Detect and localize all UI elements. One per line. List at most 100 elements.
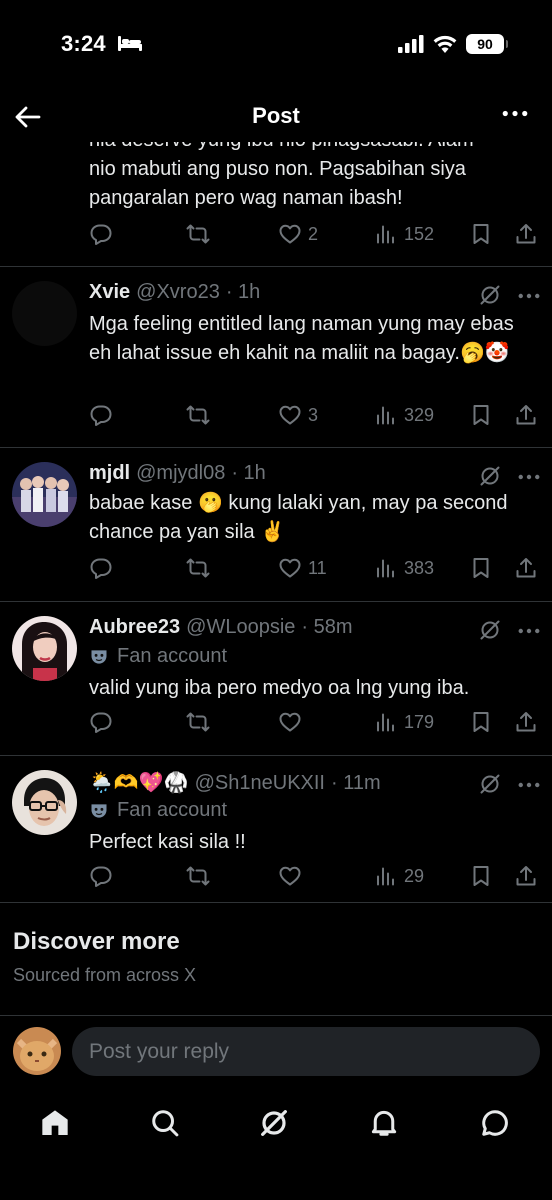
more-options-icon[interactable] [518, 293, 540, 299]
like-button[interactable]: 11 [278, 556, 327, 580]
user-handle[interactable]: @mjydl08 [136, 462, 225, 485]
reply-button[interactable] [89, 556, 113, 580]
display-name[interactable]: mjdl [89, 462, 130, 485]
reply-input[interactable] [72, 1027, 540, 1076]
views-button[interactable]: 152 [374, 222, 434, 246]
share-icon [514, 710, 538, 734]
search-icon [152, 1110, 179, 1137]
theater-mask-icon [89, 647, 109, 667]
views-button[interactable]: 29 [374, 864, 424, 888]
share-button[interactable] [514, 556, 538, 580]
tweet-actions: 29 [89, 864, 539, 892]
user-handle[interactable]: @Xvro23 [136, 281, 220, 304]
tweet-header: 🌦️🫶💖🥋 @Sh1neUKXII · 11m [89, 770, 381, 795]
bookmark-icon [469, 864, 493, 888]
reply-button[interactable] [89, 222, 113, 246]
reply-composer [0, 1015, 552, 1085]
bookmark-button[interactable] [469, 222, 493, 246]
tweet-text: Perfect kasi sila !! [89, 831, 246, 853]
more-options-icon[interactable] [518, 782, 540, 788]
tweet-text: valid yung iba pero medyo oa lng yung ib… [89, 677, 470, 699]
post-header: Post [0, 90, 552, 142]
display-name[interactable]: 🌦️🫶💖🥋 [89, 770, 189, 795]
nav-notifications[interactable] [364, 1103, 404, 1143]
timestamp: · 58m [301, 616, 353, 638]
grok-icon[interactable] [478, 283, 502, 307]
repost-button[interactable] [186, 403, 210, 427]
nav-search[interactable] [145, 1103, 185, 1143]
fan-account-label: Fan account [117, 799, 228, 821]
reply-button[interactable] [89, 864, 113, 888]
tweet-text: Mga feeling entitled lang naman yung may… [89, 313, 514, 364]
bookmark-button[interactable] [469, 710, 493, 734]
reply-icon [89, 556, 113, 580]
share-icon [514, 222, 538, 246]
repost-button[interactable] [186, 864, 210, 888]
share-button[interactable] [514, 222, 538, 246]
more-options-icon[interactable] [518, 628, 540, 634]
divider [0, 601, 552, 602]
divider [0, 447, 552, 448]
like-button[interactable]: 2 [278, 222, 318, 246]
repost-icon [186, 556, 210, 580]
share-icon [514, 864, 538, 888]
bookmark-icon [469, 222, 493, 246]
share-button[interactable] [514, 403, 538, 427]
views-button[interactable]: 179 [374, 710, 434, 734]
share-button[interactable] [514, 864, 538, 888]
bookmark-icon [469, 556, 493, 580]
timestamp: · 11m [330, 772, 381, 794]
page-title: Post [252, 103, 300, 128]
bookmark-button[interactable] [469, 864, 493, 888]
clipped-reply-body: nio mabuti ang puso non. Pagsabihan siya… [89, 158, 466, 209]
like-button[interactable]: 3 [278, 403, 318, 427]
display-name[interactable]: Xvie [89, 281, 130, 304]
avatar[interactable] [12, 770, 77, 835]
view-count: 179 [404, 711, 435, 732]
repost-icon [186, 403, 210, 427]
like-button[interactable] [278, 864, 302, 888]
reply-button[interactable] [89, 710, 113, 734]
reply-button[interactable] [89, 403, 113, 427]
reply-icon [89, 710, 113, 734]
repost-button[interactable] [186, 222, 210, 246]
more-options-icon[interactable] [502, 110, 528, 117]
nav-grok[interactable] [254, 1103, 294, 1143]
timestamp: · 1h [225, 281, 261, 303]
view-count: 29 [404, 865, 425, 886]
repost-icon [186, 864, 210, 888]
avatar[interactable] [12, 281, 77, 346]
fan-account-label: Fan account [117, 645, 228, 667]
grok-icon [258, 1107, 290, 1139]
like-button[interactable] [278, 710, 302, 734]
user-handle[interactable]: @Sh1neUKXII [195, 772, 325, 795]
like-count: 3 [308, 404, 319, 425]
heart-icon [278, 710, 302, 734]
avatar[interactable] [12, 462, 77, 527]
nav-home[interactable] [35, 1103, 75, 1143]
repost-button[interactable] [186, 556, 210, 580]
grok-icon[interactable] [478, 618, 502, 642]
reply-icon [89, 403, 113, 427]
bookmark-button[interactable] [469, 403, 493, 427]
repost-icon [186, 222, 210, 246]
nav-messages[interactable] [475, 1103, 515, 1143]
heart-icon [278, 403, 302, 427]
display-name[interactable]: Aubree23 [89, 616, 180, 639]
grok-icon[interactable] [478, 772, 502, 796]
timestamp: · 1h [231, 462, 266, 484]
user-handle[interactable]: @WLoopsie [186, 616, 295, 639]
current-user-avatar[interactable] [13, 1027, 61, 1075]
more-options-icon[interactable] [518, 474, 540, 480]
reply-icon [89, 222, 113, 246]
grok-icon[interactable] [478, 464, 502, 488]
views-button[interactable]: 329 [374, 403, 434, 427]
views-button[interactable]: 383 [374, 556, 434, 580]
bookmark-button[interactable] [469, 556, 493, 580]
repost-button[interactable] [186, 710, 210, 734]
divider [0, 902, 552, 903]
avatar[interactable] [12, 616, 77, 681]
share-button[interactable] [514, 710, 538, 734]
heart-icon [278, 864, 302, 888]
reply-icon [89, 864, 113, 888]
